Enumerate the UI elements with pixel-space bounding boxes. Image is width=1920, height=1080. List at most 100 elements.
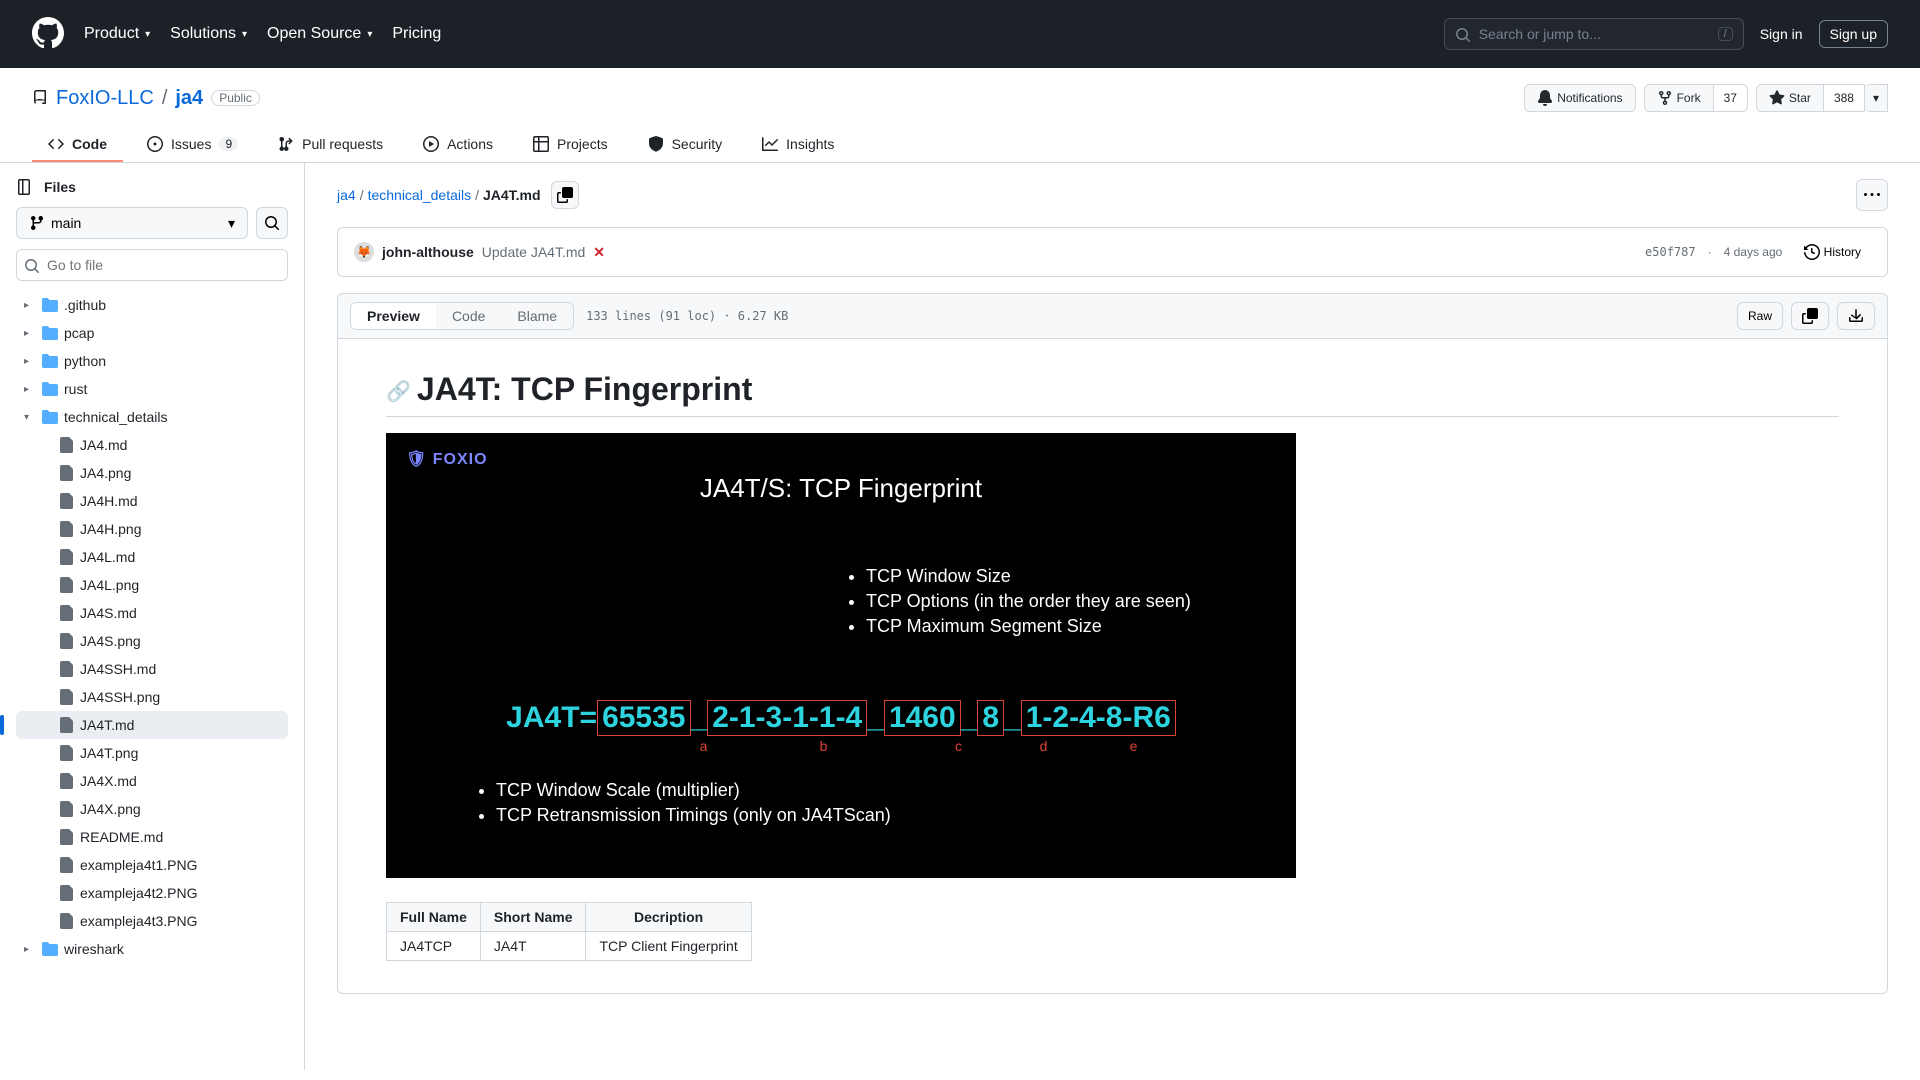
- more-options-button[interactable]: [1856, 179, 1888, 211]
- nav-solutions[interactable]: Solutions: [170, 25, 247, 43]
- ci-fail-icon[interactable]: ✕: [593, 244, 605, 261]
- sign-in-link[interactable]: Sign in: [1760, 26, 1803, 42]
- tree-dir-python[interactable]: ▸python: [16, 347, 288, 375]
- view-toggle: Preview Code Blame: [350, 302, 574, 330]
- copy-icon: [557, 187, 573, 203]
- history-button[interactable]: History: [1794, 238, 1871, 266]
- author-avatar[interactable]: 🦊: [354, 242, 374, 262]
- notifications-button[interactable]: Notifications: [1524, 84, 1635, 112]
- table-row: JA4TCP JA4T TCP Client Fingerprint: [387, 931, 752, 960]
- diagram-bullet: TCP Window Size: [866, 564, 1276, 589]
- graph-icon: [762, 136, 778, 152]
- file-filter-input[interactable]: [16, 249, 288, 281]
- issues-count: 9: [219, 137, 238, 151]
- code-tab[interactable]: Code: [436, 303, 501, 329]
- tree-file-exampleja4t3.PNG[interactable]: exampleja4t3.PNG: [16, 907, 288, 935]
- tree-search-button[interactable]: [256, 207, 288, 239]
- star-count[interactable]: 388: [1824, 84, 1865, 112]
- tree-file-JA4L.md[interactable]: JA4L.md: [16, 543, 288, 571]
- tree-dir-rust[interactable]: ▸rust: [16, 375, 288, 403]
- table-icon: [533, 136, 549, 152]
- th-description: Decription: [586, 902, 751, 931]
- tree-file-JA4.md[interactable]: JA4.md: [16, 431, 288, 459]
- tree-dir-.github[interactable]: ▸.github: [16, 291, 288, 319]
- permalink-icon[interactable]: 🔗: [386, 381, 411, 403]
- tree-file-JA4S.md[interactable]: JA4S.md: [16, 599, 288, 627]
- tree-file-JA4H.md[interactable]: JA4H.md: [16, 487, 288, 515]
- github-logo[interactable]: [32, 17, 64, 52]
- tree-file-JA4SSH.png[interactable]: JA4SSH.png: [16, 683, 288, 711]
- tab-projects[interactable]: Projects: [517, 128, 624, 162]
- download-button[interactable]: [1837, 302, 1875, 330]
- blame-tab[interactable]: Blame: [501, 303, 573, 329]
- play-icon: [423, 136, 439, 152]
- tree-file-JA4SSH.md[interactable]: JA4SSH.md: [16, 655, 288, 683]
- author-name[interactable]: john-althouse: [382, 244, 474, 260]
- kebab-icon: [1864, 187, 1880, 203]
- fingerprint-line: JA4T=65535_2-1-3-1-1-4_1460_8_1-2-4-8-R6: [406, 700, 1276, 736]
- owner-link[interactable]: FoxIO-LLC: [56, 87, 154, 110]
- visibility-badge: Public: [211, 90, 260, 106]
- branch-select[interactable]: main ▾: [16, 207, 248, 239]
- tree-file-JA4.png[interactable]: JA4.png: [16, 459, 288, 487]
- crumb-root[interactable]: ja4: [337, 187, 356, 203]
- diagram-bullet: TCP Retransmission Timings (only on JA4T…: [496, 803, 1276, 828]
- tree-file-JA4S.png[interactable]: JA4S.png: [16, 627, 288, 655]
- tree-file-exampleja4t2.PNG[interactable]: exampleja4t2.PNG: [16, 879, 288, 907]
- search-shortcut: /: [1718, 27, 1733, 41]
- tree-file-JA4T.png[interactable]: JA4T.png: [16, 739, 288, 767]
- nav-pricing[interactable]: Pricing: [392, 25, 441, 43]
- star-menu-button[interactable]: ▾: [1865, 84, 1888, 112]
- sidebar-collapse-icon[interactable]: [16, 179, 32, 195]
- diagram-bullet: TCP Maximum Segment Size: [866, 614, 1276, 639]
- fork-button[interactable]: Fork: [1644, 84, 1714, 112]
- tree-file-JA4L.png[interactable]: JA4L.png: [16, 571, 288, 599]
- commit-hash[interactable]: e50f787: [1645, 245, 1696, 259]
- global-search[interactable]: Search or jump to... /: [1444, 18, 1744, 50]
- tree-file-JA4H.png[interactable]: JA4H.png: [16, 515, 288, 543]
- issue-icon: [147, 136, 163, 152]
- repo-icon: [32, 90, 48, 106]
- chevron-icon: ▸: [24, 356, 36, 367]
- crumb-file: JA4T.md: [483, 187, 541, 203]
- names-table: Full Name Short Name Decription JA4TCP J…: [386, 902, 752, 961]
- tab-pulls[interactable]: Pull requests: [262, 128, 399, 162]
- tree-file-JA4X.png[interactable]: JA4X.png: [16, 795, 288, 823]
- tree-dir-wireshark[interactable]: ▸wireshark: [16, 935, 288, 963]
- copy-path-button[interactable]: [551, 181, 579, 209]
- tab-actions[interactable]: Actions: [407, 128, 509, 162]
- tree-file-JA4X.md[interactable]: JA4X.md: [16, 767, 288, 795]
- nav-product[interactable]: Product: [84, 25, 150, 43]
- commit-message[interactable]: Update JA4T.md: [482, 244, 586, 260]
- repo-link[interactable]: ja4: [175, 87, 203, 110]
- tree-file-exampleja4t1.PNG[interactable]: exampleja4t1.PNG: [16, 851, 288, 879]
- chevron-down-icon: ▾: [228, 215, 235, 232]
- tree-dir-pcap[interactable]: ▸pcap: [16, 319, 288, 347]
- nav-opensource[interactable]: Open Source: [267, 25, 372, 43]
- star-icon: [1769, 90, 1785, 106]
- tab-code[interactable]: Code: [32, 128, 123, 162]
- tab-security[interactable]: Security: [632, 128, 739, 162]
- preview-tab[interactable]: Preview: [351, 303, 436, 329]
- diagram-logo: 🛡 FOXIO: [406, 449, 1276, 469]
- file-toolbar: Preview Code Blame 133 lines (91 loc) · …: [337, 293, 1888, 339]
- chevron-icon: ▸: [24, 328, 36, 339]
- crumb-dir[interactable]: technical_details: [368, 187, 472, 203]
- star-button[interactable]: Star: [1756, 84, 1824, 112]
- shield-icon: [648, 136, 664, 152]
- files-heading: Files: [44, 179, 76, 195]
- tree-file-README.md[interactable]: README.md: [16, 823, 288, 851]
- latest-commit-bar: 🦊 john-althouse Update JA4T.md ✕ e50f787…: [337, 227, 1888, 277]
- tree-dir-technical_details[interactable]: ▾technical_details: [16, 403, 288, 431]
- fork-count[interactable]: 37: [1714, 84, 1748, 112]
- code-icon: [48, 136, 64, 152]
- copy-button[interactable]: [1791, 302, 1829, 330]
- tab-insights[interactable]: Insights: [746, 128, 850, 162]
- th-shortname: Short Name: [480, 902, 586, 931]
- tab-issues[interactable]: Issues9: [131, 128, 254, 162]
- sign-up-button[interactable]: Sign up: [1819, 20, 1888, 48]
- tree-file-JA4T.md[interactable]: JA4T.md: [16, 711, 288, 739]
- pr-icon: [278, 136, 294, 152]
- file-content-pane: ja4/ technical_details/ JA4T.md 🦊 john-a…: [305, 163, 1920, 1070]
- raw-button[interactable]: Raw: [1737, 302, 1783, 330]
